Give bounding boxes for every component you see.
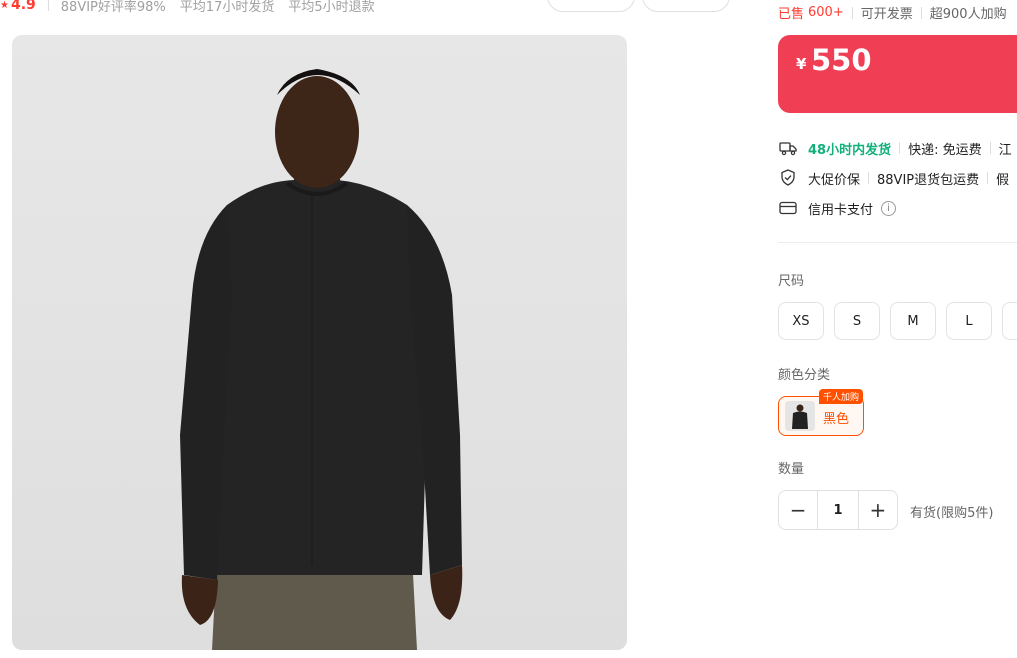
- invoice-label: 可开发票: [860, 7, 913, 22]
- size-option-m[interactable]: M: [890, 302, 936, 340]
- sales-info-row: 已售 600+ 可开发票 超900人加购: [778, 3, 1007, 22]
- decrease-button[interactable]: −: [779, 491, 817, 529]
- size-option-xs[interactable]: XS: [778, 302, 824, 340]
- protection-more: 假: [996, 172, 1010, 188]
- size-option-s[interactable]: S: [834, 302, 880, 340]
- color-name: 黑色: [823, 412, 850, 427]
- model-illustration: [180, 69, 463, 650]
- popular-badge: 千人加购: [819, 389, 864, 404]
- divider: [987, 172, 989, 184]
- size-option-l[interactable]: L: [946, 302, 992, 340]
- stat-vip-rating: 88VIP好评率98%: [60, 0, 166, 15]
- divider: [920, 6, 922, 19]
- quantity-stepper: − 1 +: [778, 490, 898, 530]
- section-divider: [778, 242, 1017, 243]
- info-icon[interactable]: i: [881, 200, 897, 216]
- sold-prefix: 已售: [778, 7, 805, 22]
- shield-hand-icon: [778, 168, 798, 188]
- top-action-button-2[interactable]: [642, 0, 730, 12]
- stat-avg-shipping: 平均17小时发货: [179, 0, 275, 15]
- divider: [868, 172, 870, 184]
- price-banner: ¥ 550: [778, 35, 1017, 113]
- cart-count: 超900人加购: [929, 7, 1007, 22]
- stat-avg-refund: 平均5小时退款: [288, 0, 375, 15]
- stock-note: 有货(限购5件): [910, 506, 994, 521]
- price-currency: ¥: [796, 55, 807, 73]
- return-policy-label: 88VIP退货包运费: [877, 172, 980, 188]
- product-main-image[interactable]: [12, 35, 627, 650]
- color-option-black[interactable]: 黑色 千人加购: [778, 389, 864, 436]
- shipping-origin: 江: [998, 142, 1012, 158]
- color-thumbnail: [785, 401, 815, 431]
- size-option-more[interactable]: [1002, 302, 1017, 340]
- delivery-truck-icon: [778, 138, 798, 158]
- price-value: 550: [811, 43, 872, 77]
- price-protect-label: 大促价保: [808, 172, 861, 188]
- divider: [899, 142, 901, 154]
- credit-card-icon: [778, 198, 798, 218]
- payment-row[interactable]: 信用卡支付 i: [778, 198, 897, 218]
- color-label: 颜色分类: [778, 368, 831, 383]
- star-icon: ★: [0, 0, 9, 11]
- express-fee: 快递: 免运费: [908, 142, 982, 158]
- divider: [851, 6, 853, 19]
- rating-strip: ★ 4.9 88VIP好评率98% 平均17小时发货 平均5小时退款: [0, 0, 389, 15]
- shipping-row[interactable]: 48小时内发货 快递: 免运费 江: [778, 138, 1012, 158]
- divider: [47, 0, 49, 11]
- protection-row[interactable]: 大促价保 88VIP退货包运费 假: [778, 168, 1009, 188]
- size-label: 尺码: [778, 274, 805, 289]
- shipping-highlight: 48小时内发货: [808, 142, 892, 158]
- rating-value: 4.9: [10, 0, 36, 13]
- sold-count: 600+: [808, 5, 844, 20]
- quantity-label: 数量: [778, 462, 805, 477]
- payment-label: 信用卡支付: [808, 202, 874, 218]
- divider: [989, 142, 991, 154]
- increase-button[interactable]: +: [859, 491, 897, 529]
- quantity-input[interactable]: 1: [817, 491, 859, 529]
- top-action-button-1[interactable]: [547, 0, 635, 12]
